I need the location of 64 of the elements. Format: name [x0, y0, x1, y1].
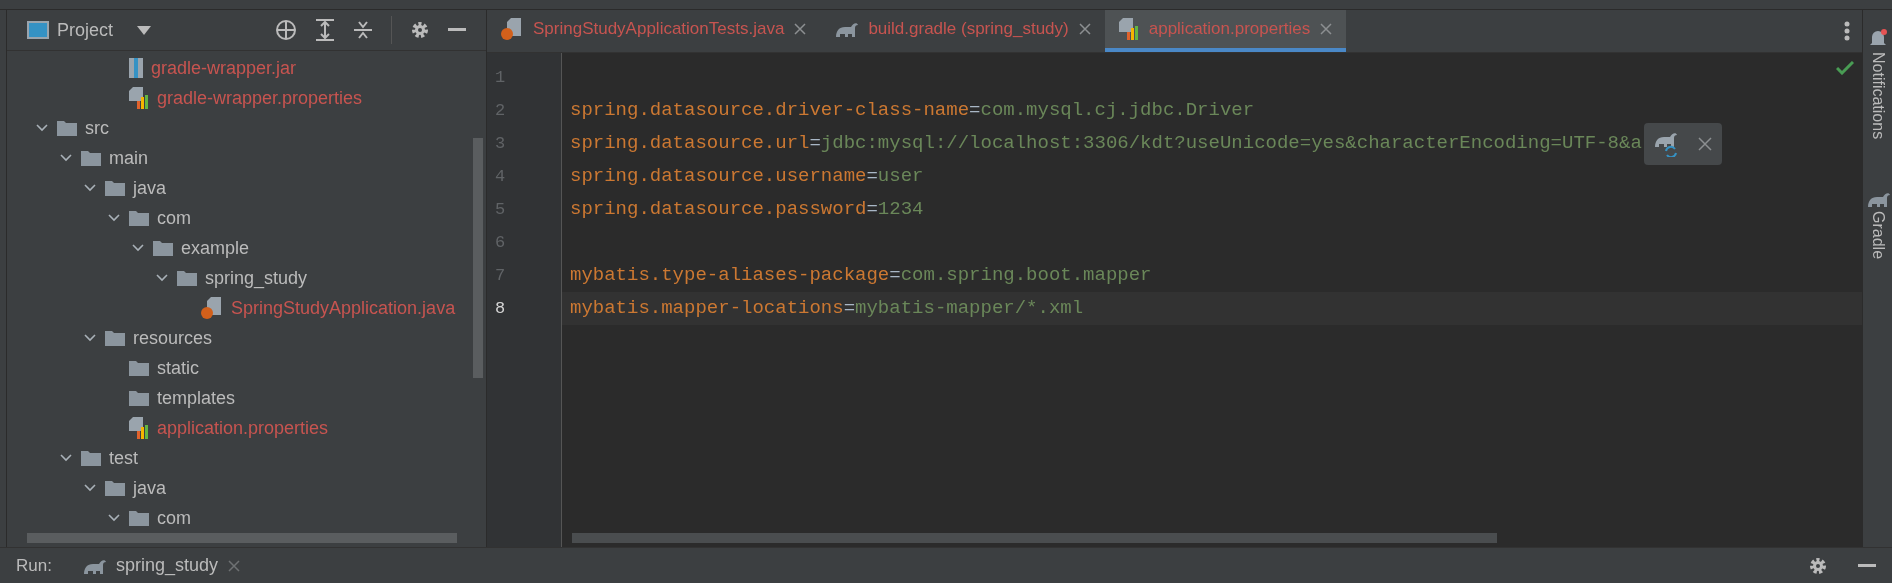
close-icon[interactable]	[1320, 23, 1333, 35]
elephant-icon	[834, 21, 859, 37]
folder-icon	[153, 240, 173, 256]
window-icon	[27, 21, 49, 39]
close-icon[interactable]	[1078, 23, 1091, 35]
vertical-scrollbar[interactable]	[473, 138, 483, 378]
crosshair-icon[interactable]	[275, 19, 297, 41]
tree-item[interactable]: example	[181, 234, 250, 262]
tree-item[interactable]: com	[157, 204, 191, 232]
tree-item[interactable]: templates	[157, 384, 236, 412]
close-icon[interactable]	[794, 23, 807, 35]
code-line: spring.datasource.url=jdbc:mysql://localhost:3306/kdt?useUnicode=yes&characterEncoding=UTF-8&a	[570, 131, 1642, 157]
caret-icon	[137, 25, 152, 35]
settings-icon[interactable]	[410, 20, 430, 40]
elephant-icon	[81, 557, 106, 574]
elephant-reload-icon[interactable]	[1653, 130, 1680, 157]
folder-icon	[57, 120, 77, 136]
tool-window-button[interactable]: Notifications	[1865, 52, 1890, 140]
java-file-icon	[501, 18, 523, 40]
folder-icon	[81, 150, 101, 166]
folder-icon	[177, 270, 197, 286]
expand-all-icon[interactable]	[315, 19, 335, 41]
folder-icon	[105, 180, 125, 196]
run-tab[interactable]: spring_study	[81, 552, 240, 579]
tree-item[interactable]: main	[109, 144, 148, 172]
tree-item[interactable]: com	[157, 504, 191, 532]
properties-file-icon	[1118, 18, 1139, 40]
tree-item[interactable]: resources	[133, 324, 213, 352]
checkmark-icon	[1836, 61, 1854, 75]
line-number: 8	[495, 297, 506, 320]
code-line: mybatis.mapper-locations=mybatis-mapper/*.xml	[570, 296, 1084, 322]
run-label: Run:	[16, 554, 52, 577]
horizontal-scrollbar[interactable]	[572, 533, 1497, 543]
folder-icon	[129, 210, 149, 226]
folder-icon	[129, 360, 149, 376]
collapse-all-icon[interactable]	[353, 19, 373, 41]
tool-window-button[interactable]: Gradle	[1865, 211, 1890, 260]
project-view-dropdown[interactable]: Project	[57, 16, 152, 44]
properties-file-icon	[129, 87, 149, 109]
folder-icon	[129, 390, 149, 406]
properties-file-icon	[129, 417, 149, 439]
settings-icon[interactable]	[1808, 555, 1828, 576]
folder-icon	[105, 480, 125, 496]
tree-item[interactable]: static	[157, 354, 199, 382]
horizontal-scrollbar[interactable]	[27, 533, 457, 543]
tree-item[interactable]: src	[85, 114, 109, 142]
elephant-icon	[1865, 191, 1890, 208]
tree-item[interactable]: java	[133, 174, 167, 202]
code-line: spring.datasource.username=user	[570, 164, 924, 190]
folder-icon	[81, 450, 101, 466]
tree-item[interactable]: test	[109, 444, 138, 472]
tree-item[interactable]: java	[133, 474, 167, 502]
java-file-icon	[201, 297, 223, 319]
folder-icon	[105, 330, 125, 346]
tree-item[interactable]: spring_study	[205, 264, 308, 292]
more-options-icon[interactable]	[1844, 21, 1850, 41]
code-line: spring.datasource.driver-class-name=com.mysql.cj.jdbc.Driver	[570, 98, 1255, 124]
minimize-icon[interactable]	[1858, 563, 1876, 568]
folder-icon	[129, 510, 149, 526]
code-line: spring.datasource.password=1234	[570, 197, 924, 223]
code-line: mybatis.type-aliases-package=com.spring.boot.mapper	[570, 263, 1152, 289]
archive-icon	[129, 58, 143, 78]
minimize-icon[interactable]	[448, 28, 466, 32]
close-icon[interactable]	[1697, 136, 1712, 151]
